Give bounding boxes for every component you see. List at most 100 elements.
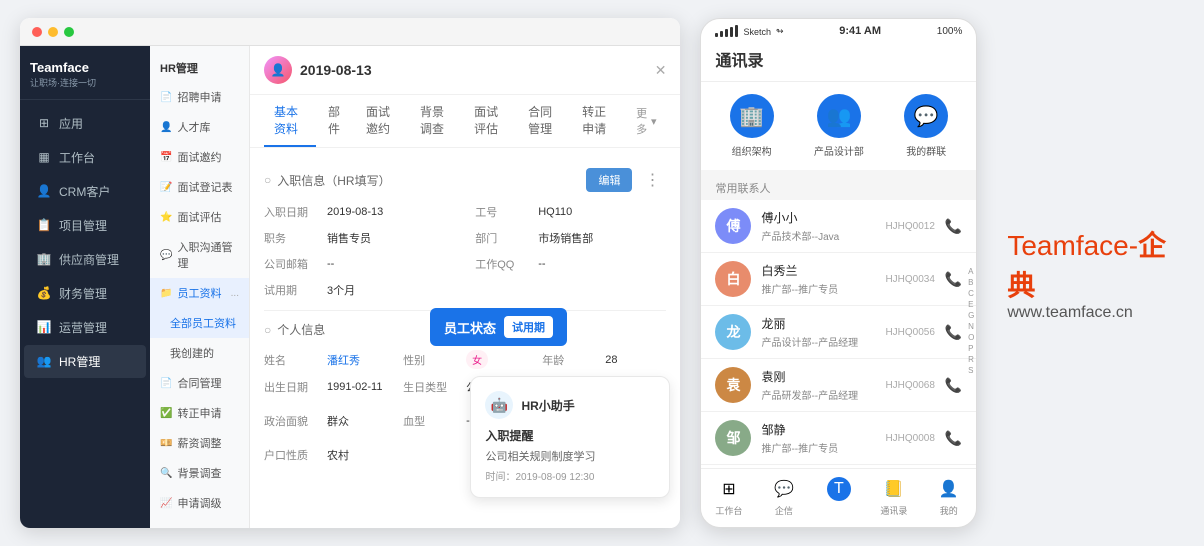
contact-item-fu[interactable]: 傅 傅小小 产品技术部--Java HJHQ0012 📞 bbox=[701, 200, 976, 253]
contact-item-wu[interactable]: 武 武秀英 产品设计部--产品经理 HJHQ0018 📞 bbox=[701, 465, 976, 468]
contact-info-fu: 傅小小 产品技术部--Java bbox=[761, 209, 875, 243]
tab-bg-check[interactable]: 背景调查 bbox=[410, 95, 462, 147]
dept-yuan: 产品研发部--产品经理 bbox=[761, 387, 875, 402]
sidebar-item-crm[interactable]: 👤 CRM客户 bbox=[24, 175, 146, 208]
tab-contract[interactable]: 合同管理 bbox=[518, 95, 570, 147]
more-options-button[interactable]: ⋮ bbox=[638, 168, 666, 192]
tab-parts[interactable]: 部件 bbox=[318, 95, 354, 147]
name-label: 姓名 bbox=[264, 352, 319, 368]
personal-section-icon: ○ bbox=[264, 323, 271, 337]
operations-icon: 📊 bbox=[36, 319, 52, 335]
maximize-dot[interactable] bbox=[64, 27, 74, 37]
name-row: 姓名 潘红秀 bbox=[264, 350, 388, 369]
sidebar-item-apps[interactable]: ⊞ 应用 bbox=[24, 107, 146, 140]
sub-item-all-employees[interactable]: 全部员工资料 bbox=[150, 308, 249, 338]
contacts-nav-icon: 📒 bbox=[882, 477, 906, 501]
phone-icon-fu[interactable]: 📞 bbox=[945, 218, 962, 235]
age-row: 年龄 28 bbox=[542, 350, 666, 369]
sub-item-onboard[interactable]: 💬 入职沟通管理 bbox=[150, 232, 249, 278]
sidebar-item-label: 供应商管理 bbox=[59, 251, 119, 268]
sub-item-level[interactable]: 📈 申请调级 bbox=[150, 488, 249, 518]
nav-contacts[interactable]: 📒 通讯录 bbox=[872, 477, 916, 517]
dept-value: 市场销售部 bbox=[538, 230, 593, 246]
nav-enterprise-msg[interactable]: 💬 企信 bbox=[762, 477, 806, 517]
join-date-label: 入职日期 bbox=[264, 204, 319, 220]
logo-sub: 让职场·连接一切 bbox=[30, 76, 140, 89]
org-chart-label: 组织架构 bbox=[732, 143, 772, 158]
minimize-dot[interactable] bbox=[48, 27, 58, 37]
phone-icon-yuan[interactable]: 📞 bbox=[945, 377, 962, 394]
position-value: 销售专员 bbox=[327, 230, 371, 246]
bottom-nav: ⊞ 工作台 💬 企信 T 📒 通讯录 👤 我的 bbox=[701, 468, 976, 527]
phone-icon-long[interactable]: 📞 bbox=[945, 324, 962, 341]
nav-workbench[interactable]: ⊞ 工作台 bbox=[707, 477, 751, 517]
status-label: 员工状态 bbox=[444, 318, 496, 337]
sub-item-background[interactable]: 🔍 背景调查 bbox=[150, 458, 249, 488]
contact-item-bai[interactable]: 白 白秀兰 推广部--推广专员 HJHQ0034 📞 bbox=[701, 253, 976, 306]
contact-item-yuan[interactable]: 袁 袁刚 产品研发部--产品经理 HJHQ0068 📞 bbox=[701, 359, 976, 412]
sub-item-contract[interactable]: 📄 合同管理 bbox=[150, 368, 249, 398]
nav-home[interactable]: T bbox=[817, 477, 861, 517]
status-bar: Sketch ↬ 9:41 AM 100% bbox=[701, 19, 976, 41]
brand-title: Teamface-企典 bbox=[1007, 224, 1174, 304]
alpha-index: A B C E G N O P R S bbox=[968, 267, 974, 375]
age-value: 28 bbox=[605, 354, 617, 366]
notif-title: 入职提醒 bbox=[485, 427, 655, 444]
sub-item-interview[interactable]: 📅 面试邀约 bbox=[150, 142, 249, 172]
birthday-row: 出生日期 1991-02-11 bbox=[264, 379, 388, 395]
dept-long: 产品设计部--产品经理 bbox=[761, 334, 875, 349]
sub-item-recruit[interactable]: 📄 招聘申请 bbox=[150, 82, 249, 112]
personal-section-title: 个人信息 bbox=[277, 321, 325, 338]
name-yuan: 袁刚 bbox=[761, 368, 875, 385]
home-nav-icon: T bbox=[827, 477, 851, 501]
sidebar-item-supplier[interactable]: 🏢 供应商管理 bbox=[24, 243, 146, 276]
talent-icon: 👤 bbox=[160, 122, 172, 133]
contact-item-long[interactable]: 龙 龙丽 产品设计部--产品经理 HJHQ0056 📞 bbox=[701, 306, 976, 359]
chevron-down-icon: ▾ bbox=[651, 115, 657, 128]
tab-interview-invite[interactable]: 面试邀约 bbox=[356, 95, 408, 147]
phone-icon-bai[interactable]: 📞 bbox=[945, 271, 962, 288]
contact-info-long: 龙丽 产品设计部--产品经理 bbox=[761, 315, 875, 349]
frequent-contacts-title: 常用联系人 bbox=[701, 174, 976, 200]
sub-item-talent[interactable]: 👤 人才库 bbox=[150, 112, 249, 142]
sidebar-item-project[interactable]: 📋 项目管理 bbox=[24, 209, 146, 242]
window-body: Teamface 让职场·连接一切 ⊞ 应用 ▦ 工作台 👤 CRM客户 📋 bbox=[20, 46, 680, 528]
quick-my-groups[interactable]: 💬 我的群联 bbox=[904, 94, 948, 158]
close-dot[interactable] bbox=[32, 27, 42, 37]
tab-more[interactable]: 更多 ▾ bbox=[626, 95, 666, 147]
tab-confirm-apply[interactable]: 转正申请 bbox=[572, 95, 624, 147]
phone-icon-zou[interactable]: 📞 bbox=[945, 430, 962, 447]
contact-item-zou[interactable]: 邹 邹静 推广部--推广专员 HJHQ0008 📞 bbox=[701, 412, 976, 465]
sub-item-my-created[interactable]: 我创建的 bbox=[150, 338, 249, 368]
sidebar-item-operations[interactable]: 📊 运营管理 bbox=[24, 311, 146, 344]
sub-item-salary[interactable]: 💴 薪资调整 bbox=[150, 428, 249, 458]
desktop-window: Teamface 让职场·连接一切 ⊞ 应用 ▦ 工作台 👤 CRM客户 📋 bbox=[20, 18, 680, 528]
quick-org-chart[interactable]: 🏢 组织架构 bbox=[730, 94, 774, 158]
sidebar-item-hr[interactable]: 👥 HR管理 bbox=[24, 345, 146, 378]
edit-button[interactable]: 编辑 bbox=[586, 168, 632, 192]
sub-item-interview-form[interactable]: 📝 面试登记表 bbox=[150, 172, 249, 202]
tab-interview-eval[interactable]: 面试评估 bbox=[464, 95, 516, 147]
sidebar-nav: ⊞ 应用 ▦ 工作台 👤 CRM客户 📋 项目管理 🏢 供应商管理 bbox=[20, 100, 150, 528]
sub-item-confirm[interactable]: ✅ 转正申请 bbox=[150, 398, 249, 428]
sidebar-item-workbench[interactable]: ▦ 工作台 bbox=[24, 141, 146, 174]
nav-profile[interactable]: 👤 我的 bbox=[927, 477, 971, 517]
email-label: 公司邮箱 bbox=[264, 256, 319, 272]
name-value[interactable]: 潘红秀 bbox=[327, 352, 360, 368]
name-fu: 傅小小 bbox=[761, 209, 875, 226]
sidebar-item-label: 工作台 bbox=[59, 149, 95, 166]
logo-title: Teamface bbox=[30, 60, 140, 76]
quick-design-dept[interactable]: 👥 产品设计部 bbox=[814, 94, 864, 158]
tab-basic-info[interactable]: 基本资料 bbox=[264, 95, 316, 147]
contract-icon: 📄 bbox=[160, 378, 172, 389]
sub-item-employee[interactable]: 📁 员工资料 ... bbox=[150, 278, 249, 308]
gender-label: 性别 bbox=[403, 352, 458, 368]
recruit-icon: 📄 bbox=[160, 92, 172, 103]
signal-bar-4 bbox=[730, 27, 733, 37]
sub-item-evaluation[interactable]: ⭐ 面试评估 bbox=[150, 202, 249, 232]
close-button[interactable]: ✕ bbox=[655, 62, 667, 79]
id-bai: HJHQ0034 bbox=[885, 274, 934, 285]
household-value: 农村 bbox=[327, 447, 349, 463]
sidebar-item-finance[interactable]: 💰 财务管理 bbox=[24, 277, 146, 310]
birthday-label: 出生日期 bbox=[264, 379, 319, 395]
